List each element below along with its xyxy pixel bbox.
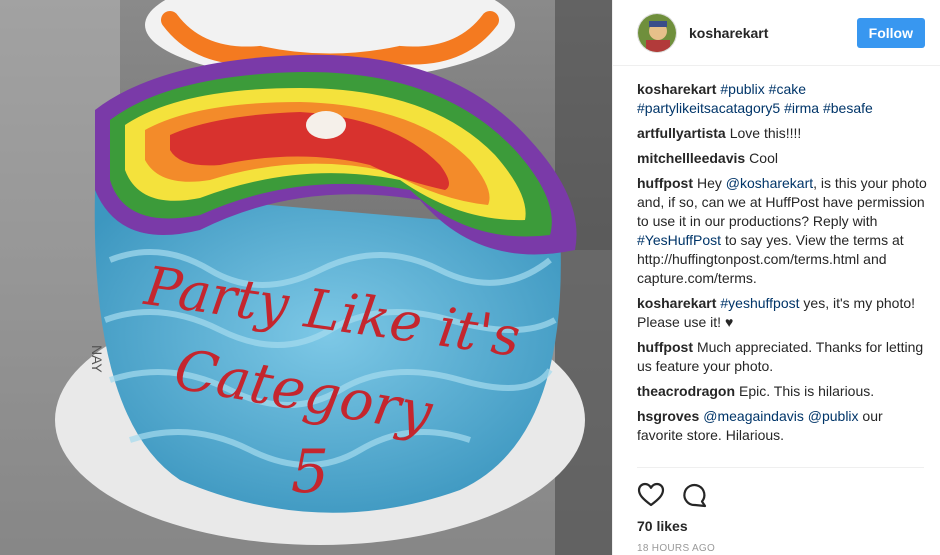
- mention-link[interactable]: #YesHuffPost: [637, 232, 721, 248]
- instagram-post: NAY Party Like it's Category 5 koshareka…: [0, 0, 940, 555]
- comment-item: hsgroves @meagaindavis @publix our favori…: [637, 407, 930, 445]
- action-icons: [637, 476, 924, 514]
- comment-username[interactable]: hsgroves: [637, 408, 699, 424]
- comment-username[interactable]: huffpost: [637, 175, 693, 191]
- comment-text: Epic. This is hilarious.: [739, 383, 875, 399]
- comment-username[interactable]: theacrodragon: [637, 383, 735, 399]
- comment-username[interactable]: huffpost: [637, 339, 693, 355]
- mention-link[interactable]: #yeshuffpost: [720, 295, 799, 311]
- comment-item: huffpost Much appreciated. Thanks for let…: [637, 338, 930, 376]
- comment-bubble-icon[interactable]: [681, 481, 709, 509]
- comment-username[interactable]: kosharekart: [637, 295, 716, 311]
- cake-photo-illustration: NAY Party Like it's Category 5: [0, 0, 612, 555]
- mention-link[interactable]: @publix: [808, 408, 859, 424]
- post-sidebar: kosharekart Follow kosharekart #publix #c…: [612, 0, 940, 555]
- avatar[interactable]: [637, 12, 677, 53]
- hashtag-link[interactable]: #publix: [720, 81, 764, 97]
- post-actions: 70 likes 18 HOURS AGO: [637, 467, 924, 555]
- like-count[interactable]: 70 likes: [637, 518, 924, 534]
- follow-button[interactable]: Follow: [856, 17, 925, 48]
- comments-list: kosharekart #publix #cake #partylikeitsac…: [613, 66, 940, 467]
- comment-username[interactable]: artfullyartista: [637, 125, 726, 141]
- board-label: NAY: [89, 345, 105, 373]
- cake-writing-line3: 5: [291, 437, 329, 507]
- post-header: kosharekart Follow: [613, 0, 940, 66]
- comment-item: kosharekart #yeshuffpost yes, it's my pho…: [637, 294, 930, 332]
- heart-icon[interactable]: [637, 481, 665, 509]
- comment-text: Hey: [696, 175, 726, 191]
- comment-username[interactable]: mitchellleedavis: [637, 150, 745, 166]
- comment-text: Love this!!!!: [729, 125, 802, 141]
- avatar-image-icon: [638, 13, 676, 52]
- hashtag-link[interactable]: #partylikeitsacatagory5: [637, 100, 780, 116]
- comment-item: theacrodragon Epic. This is hilarious.: [637, 382, 930, 401]
- mention-link[interactable]: @meagaindavis: [703, 408, 804, 424]
- post-photo[interactable]: NAY Party Like it's Category 5: [0, 0, 612, 555]
- comment-item: artfullyartista Love this!!!!: [637, 124, 930, 143]
- username[interactable]: kosharekart: [689, 25, 857, 41]
- hashtag-link[interactable]: #cake: [769, 81, 806, 97]
- mention-link[interactable]: @kosharekart: [726, 175, 813, 191]
- hashtag-link[interactable]: #irma: [784, 100, 819, 116]
- post-timestamp: 18 HOURS AGO: [637, 543, 716, 554]
- comment-container: artfullyartista Love this!!!! mitchellleed…: [637, 124, 930, 445]
- caption: kosharekart #publix #cake #partylikeitsac…: [637, 80, 930, 118]
- comment-item: mitchellleedavis Cool: [637, 149, 930, 168]
- comment-item: huffpost Hey @kosharekart, is this your p…: [637, 174, 930, 288]
- caption-user[interactable]: kosharekart: [637, 81, 716, 97]
- hashtag-link[interactable]: #besafe: [823, 100, 873, 116]
- comment-text: Cool: [749, 150, 778, 166]
